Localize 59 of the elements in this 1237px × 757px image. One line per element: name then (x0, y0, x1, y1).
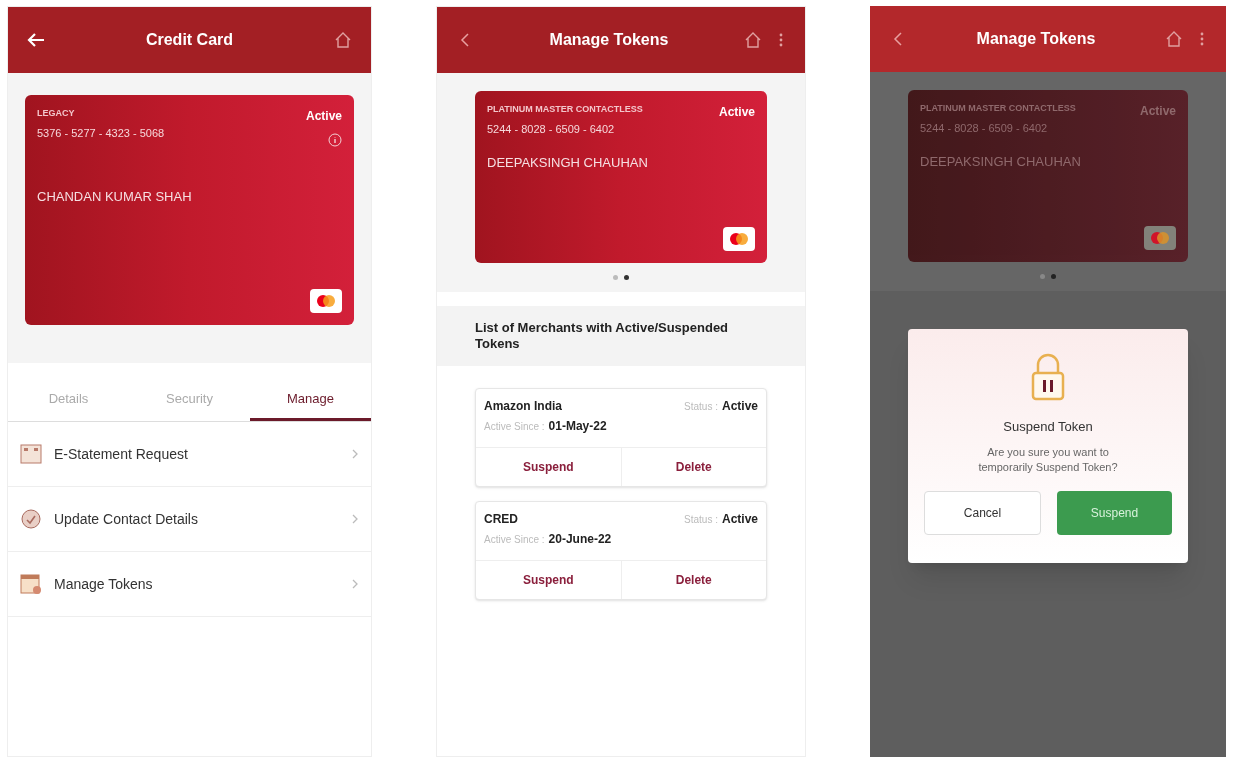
more-icon (1200, 31, 1204, 47)
dialog-message: Are you sure you want to temporarily Suspend Token? (977, 444, 1119, 475)
merchant-name: CRED (484, 511, 519, 528)
dialog-title: Suspend Token (1003, 418, 1093, 436)
header-title: Manage Tokens (549, 30, 669, 50)
merchant-name: Amazon India (484, 398, 563, 415)
menu-item-label: Update Contact Details (54, 509, 199, 529)
token-action[interactable]: Suspend (476, 448, 621, 486)
statement-icon (20, 444, 42, 464)
dialog-button[interactable]: Cancel (924, 490, 1041, 535)
menu-item[interactable]: Update Contact Details (8, 487, 371, 552)
menu-item[interactable]: Manage Tokens (8, 552, 371, 617)
back-arrow-icon (27, 32, 45, 48)
card-type: LEGACY (37, 107, 76, 120)
status-value: Active (721, 511, 758, 528)
card-type: PLATINUM MASTER CONTACTLESS (920, 102, 1076, 115)
since-label: Active Since : (484, 533, 545, 547)
card-number: 5244 - 8028 - 6509 - 6402 (487, 121, 616, 137)
mastercard-logo (1144, 226, 1176, 250)
home-icon (334, 31, 352, 49)
section-title: List of Merchants with Active/Suspended Tokens (475, 319, 730, 353)
since-date: 01-May-22 (548, 418, 607, 435)
cardholder-name: DEEPAKSINGH CHAUHAN (487, 154, 649, 172)
card-number: 5244 - 8028 - 6509 - 6402 (920, 120, 1049, 136)
since-date: 20-June-22 (548, 531, 612, 548)
card-status: Active (718, 104, 755, 121)
since-label: Active Since : (484, 420, 545, 434)
card-status: Active (1139, 103, 1176, 120)
calendar-icon (20, 573, 42, 595)
card-number: 5376 - 5277 - 4323 - 5068 (37, 125, 165, 141)
cardholder-name: CHANDAN KUMAR SHAH (37, 188, 193, 206)
token-action[interactable]: Delete (620, 561, 766, 599)
menu-item-label: Manage Tokens (54, 574, 154, 594)
home-icon (744, 31, 762, 49)
chevron-left-icon (460, 32, 470, 48)
menu-item-label: E-Statement Request (54, 444, 189, 464)
card-status: Active (305, 108, 342, 125)
mastercard-logo (723, 227, 755, 251)
menu-item[interactable]: E-Statement Request (8, 422, 371, 487)
more-icon (779, 32, 783, 48)
chevron-right-icon (351, 513, 359, 525)
token-action[interactable]: Suspend (476, 561, 621, 599)
cardholder-name: DEEPAKSINGH CHAUHAN (920, 153, 1082, 171)
header-title: Manage Tokens (976, 29, 1096, 49)
status-value: Active (721, 398, 758, 415)
status-label: Status : (684, 400, 718, 414)
header-title: Credit Card (145, 30, 234, 50)
card-type: PLATINUM MASTER CONTACTLESS (487, 103, 643, 116)
status-label: Status : (684, 513, 718, 527)
tab[interactable]: Manage (250, 379, 371, 421)
lock-pause-icon (1031, 353, 1065, 401)
chevron-left-icon (893, 31, 903, 47)
mastercard-logo (310, 289, 342, 313)
chevron-right-icon (351, 448, 359, 460)
token-action[interactable]: Delete (620, 448, 766, 486)
chevron-right-icon (351, 578, 359, 590)
home-icon (1165, 30, 1183, 48)
contact-icon (20, 508, 42, 530)
info-icon[interactable] (328, 133, 342, 147)
